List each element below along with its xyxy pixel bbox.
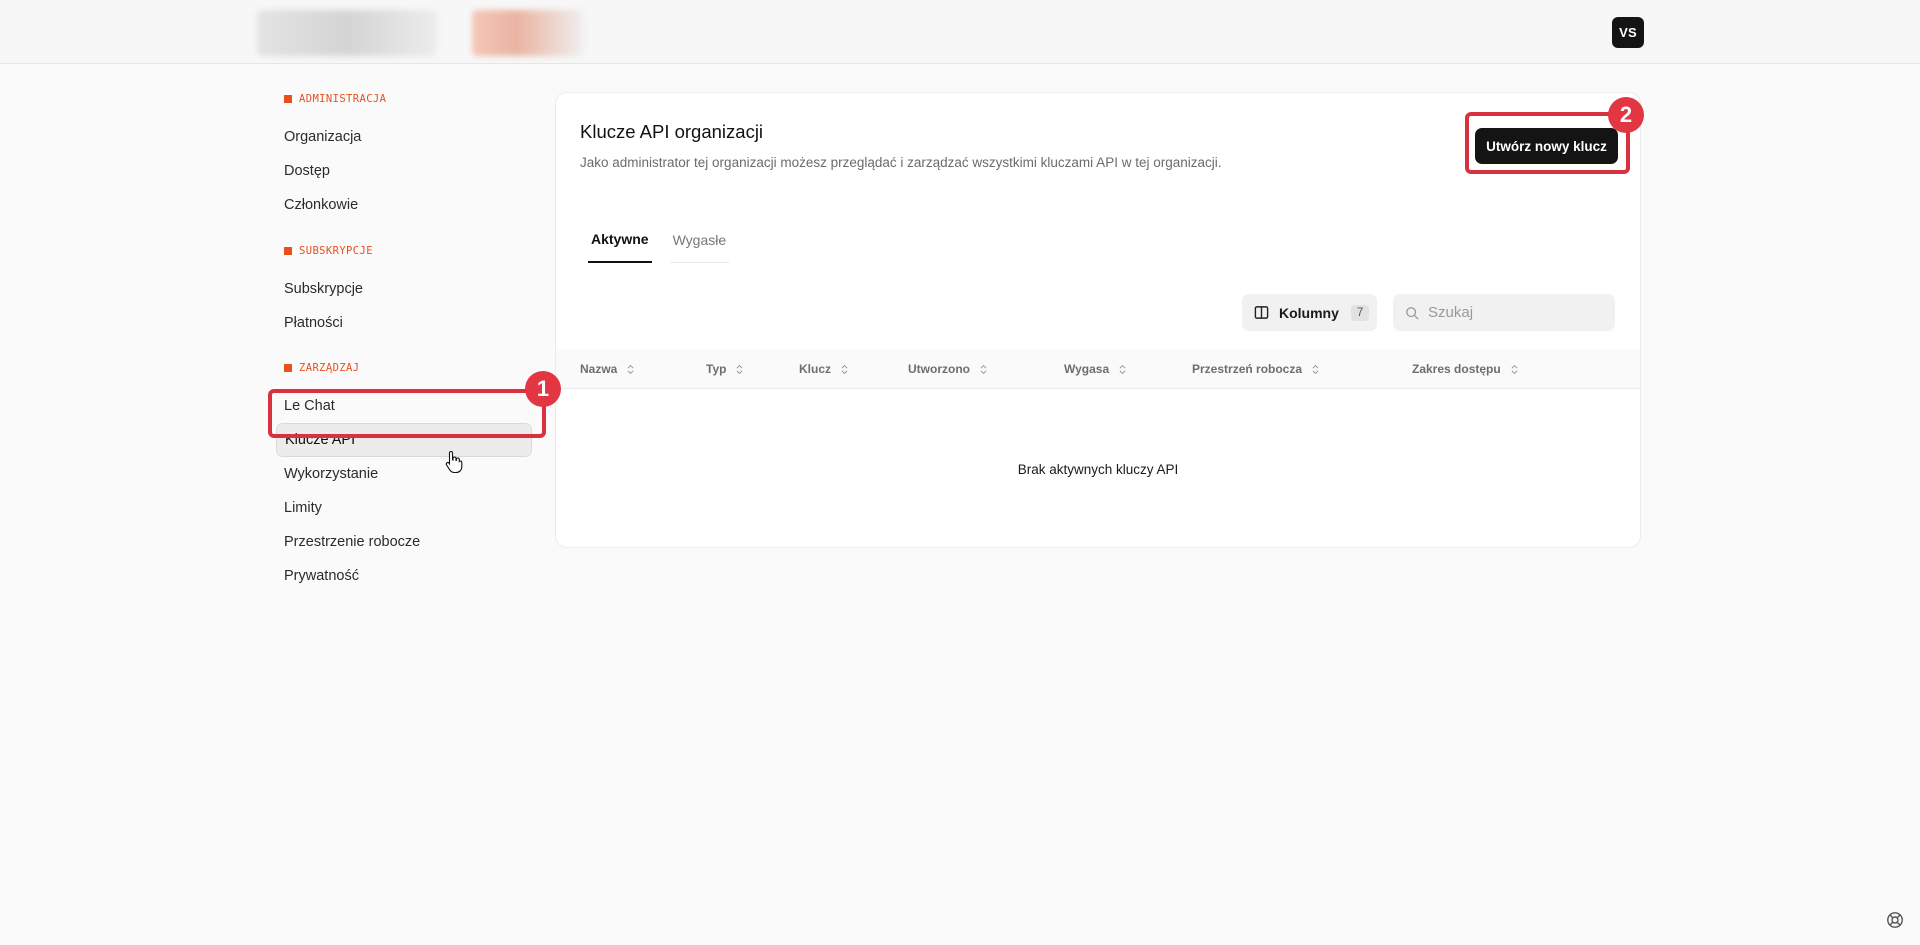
page-description: Jako administrator tej organizacji możes… xyxy=(580,155,1222,170)
sidebar-item-organizacja[interactable]: Organizacja xyxy=(276,120,546,154)
sidebar-section-subskrypcje: SUBSKRYPCJE Subskrypcje Płatności xyxy=(276,240,546,340)
sort-icon xyxy=(627,364,634,374)
section-label: ZARZĄDZAJ xyxy=(276,357,546,379)
section-square-icon xyxy=(284,247,292,255)
column-label: Wygasa xyxy=(1064,362,1110,376)
sidebar-item-platnosci[interactable]: Płatności xyxy=(276,306,546,340)
column-label: Typ xyxy=(706,362,727,376)
blurred-logo[interactable] xyxy=(257,10,437,56)
column-label: Utworzono xyxy=(908,362,970,376)
table-header: Nazwa Typ Klucz Utworzono Wygasa Przestr… xyxy=(556,349,1640,389)
section-square-icon xyxy=(284,364,292,372)
search-input[interactable] xyxy=(1428,304,1598,321)
annotation-badge-1: 1 xyxy=(525,371,561,407)
column-header-zakres-dostepu[interactable]: Zakres dostępu xyxy=(1412,349,1518,389)
top-bar: VS xyxy=(0,0,1920,64)
sort-icon xyxy=(1511,364,1518,374)
help-lifebuoy-icon[interactable] xyxy=(1886,911,1904,929)
tabs: Aktywne Wygasłe xyxy=(588,217,747,263)
search-icon xyxy=(1406,306,1419,319)
sidebar-item-dostep[interactable]: Dostęp xyxy=(276,154,546,188)
columns-count-badge: 7 xyxy=(1350,304,1370,321)
section-label-text: ZARZĄDZAJ xyxy=(299,362,360,374)
blurred-org-switcher[interactable] xyxy=(472,10,584,56)
sidebar-item-subskrypcje[interactable]: Subskrypcje xyxy=(276,272,546,306)
columns-button[interactable]: Kolumny 7 xyxy=(1242,294,1377,331)
search-box[interactable] xyxy=(1393,294,1615,331)
tab-wygasle[interactable]: Wygasłe xyxy=(669,217,730,263)
column-label: Przestrzeń robocza xyxy=(1192,362,1303,376)
sidebar-item-przestrzenie-robocze[interactable]: Przestrzenie robocze xyxy=(276,525,546,559)
annotation-badge-2: 2 xyxy=(1608,97,1644,133)
tab-aktywne[interactable]: Aktywne xyxy=(588,217,652,263)
section-label: SUBSKRYPCJE xyxy=(276,240,546,262)
sort-icon xyxy=(1312,364,1319,374)
column-header-typ[interactable]: Typ xyxy=(706,349,743,389)
user-avatar[interactable]: VS xyxy=(1612,17,1644,48)
sidebar-section-administracja: ADMINISTRACJA Organizacja Dostęp Członko… xyxy=(276,88,546,222)
column-label: Zakres dostępu xyxy=(1412,362,1501,376)
sidebar: ADMINISTRACJA Organizacja Dostęp Członko… xyxy=(276,88,546,593)
columns-label: Kolumny xyxy=(1279,304,1339,321)
columns-icon xyxy=(1254,306,1269,319)
page-title: Klucze API organizacji xyxy=(580,121,764,142)
sort-icon xyxy=(980,364,987,374)
annotation-box-1 xyxy=(268,389,546,438)
section-label-text: SUBSKRYPCJE xyxy=(299,245,373,257)
column-label: Klucz xyxy=(799,362,832,376)
section-square-icon xyxy=(284,95,292,103)
sidebar-item-prywatnosc[interactable]: Prywatność xyxy=(276,559,546,593)
section-label-text: ADMINISTRACJA xyxy=(299,93,387,105)
hand-cursor-icon xyxy=(445,450,463,474)
sidebar-item-wykorzystanie[interactable]: Wykorzystanie xyxy=(276,457,546,491)
column-header-nazwa[interactable]: Nazwa xyxy=(580,349,634,389)
column-header-utworzono[interactable]: Utworzono xyxy=(908,349,987,389)
column-label: Nazwa xyxy=(580,362,618,376)
sort-icon xyxy=(736,364,743,374)
section-label: ADMINISTRACJA xyxy=(276,88,546,110)
annotation-box-2 xyxy=(1465,112,1630,174)
sort-icon xyxy=(1119,364,1126,374)
sidebar-item-czlonkowie[interactable]: Członkowie xyxy=(276,188,546,222)
sidebar-item-limity[interactable]: Limity xyxy=(276,491,546,525)
column-header-klucz[interactable]: Klucz xyxy=(799,349,848,389)
sort-icon xyxy=(841,364,848,374)
column-header-przestrzen-robocza[interactable]: Przestrzeń robocza xyxy=(1192,349,1319,389)
empty-state-message: Brak aktywnych kluczy API xyxy=(1017,462,1179,477)
column-header-wygasa[interactable]: Wygasa xyxy=(1064,349,1126,389)
